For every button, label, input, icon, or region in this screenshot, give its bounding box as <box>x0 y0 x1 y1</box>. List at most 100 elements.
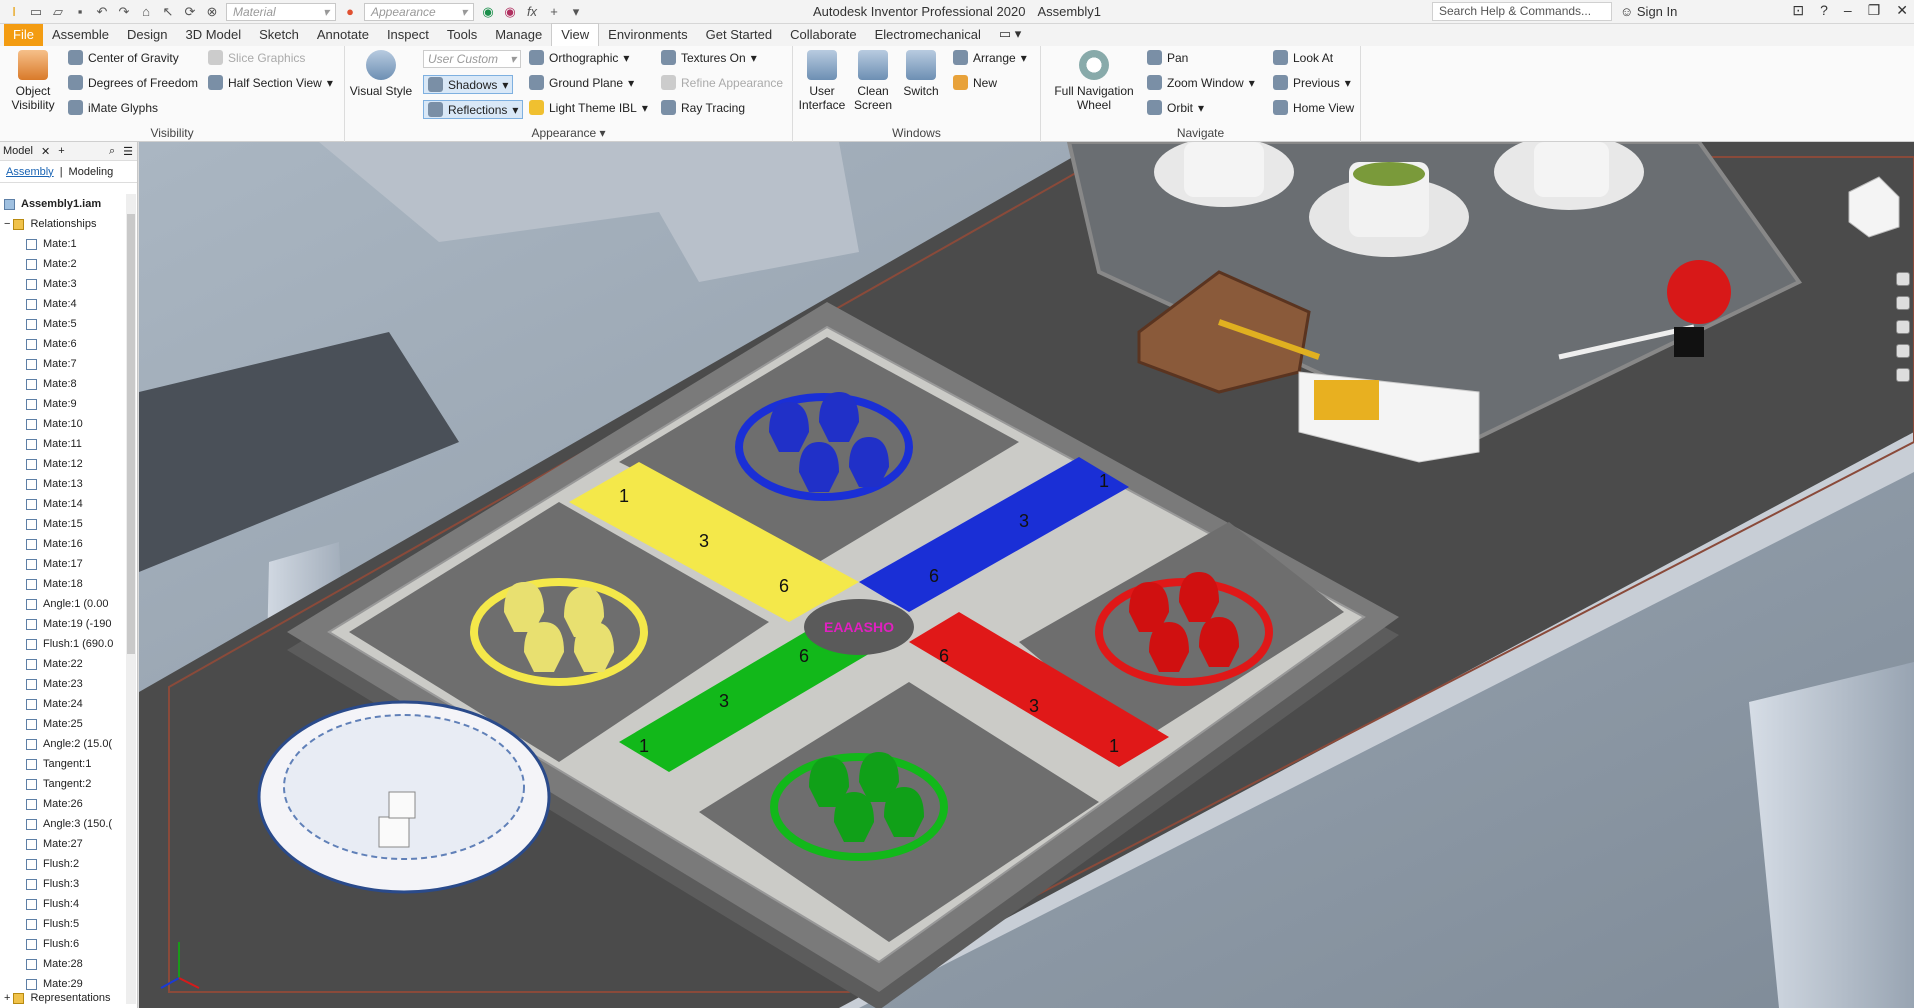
adjust-appearance-icon[interactable]: ◉ <box>480 4 496 20</box>
tree-representations[interactable]: + Representations <box>4 988 111 1008</box>
fx-parameters-icon[interactable]: fx <box>524 4 540 20</box>
tree-relationships[interactable]: − Relationships <box>0 214 126 234</box>
app-menu-icon[interactable]: I <box>6 4 22 20</box>
tree-item[interactable]: Tangent:2 <box>0 774 126 794</box>
tree-item[interactable]: Mate:4 <box>0 294 126 314</box>
tree-item[interactable]: Flush:2 <box>0 854 126 874</box>
open-file-icon[interactable]: ▱ <box>50 4 66 20</box>
browser-scrollbar[interactable] <box>126 194 136 1004</box>
arrange-button[interactable]: Arrange ▾ <box>953 50 1027 65</box>
half-section-view-button[interactable]: Half Section View ▾ <box>208 75 333 90</box>
tab-environments[interactable]: Environments <box>599 24 696 46</box>
reflections-button[interactable]: Reflections ▾ <box>423 100 524 119</box>
tree-item[interactable]: Mate:23 <box>0 674 126 694</box>
tab-collaborate[interactable]: Collaborate <box>781 24 866 46</box>
redo-icon[interactable]: ↷ <box>116 4 132 20</box>
plus-icon[interactable]: + <box>546 4 562 20</box>
panel-title-appearance[interactable]: Appearance ▾ <box>345 126 792 140</box>
tree-item[interactable]: Angle:1 (0.00 <box>0 594 126 614</box>
tab-get-started[interactable]: Get Started <box>697 24 781 46</box>
tab-file[interactable]: File <box>4 24 43 46</box>
collapse-icon[interactable]: − <box>4 218 10 230</box>
search-icon[interactable]: ⌕ <box>109 145 115 158</box>
tab-3d-model[interactable]: 3D Model <box>177 24 251 46</box>
ribbon-options-icon[interactable]: ▭ ▾ <box>990 23 1030 46</box>
orbit-button[interactable]: Orbit ▾ <box>1147 100 1204 115</box>
tree-item[interactable]: Mate:11 <box>0 434 126 454</box>
user-interface-button[interactable]: User Interface <box>797 50 847 112</box>
tree-item[interactable]: Mate:1 <box>0 234 126 254</box>
material-combo[interactable]: Material ▾ <box>226 3 336 21</box>
tab-assemble[interactable]: Assemble <box>43 24 118 46</box>
scene-canvas[interactable]: EAAASHO 1 3 6 6 3 1 6 3 1 1 3 6 <box>139 142 1914 1008</box>
sign-in-button[interactable]: ☺ Sign In <box>1620 4 1677 19</box>
tree-item[interactable]: Mate:28 <box>0 954 126 974</box>
imate-glyphs-button[interactable]: iMate Glyphs <box>68 100 158 115</box>
clean-screen-button[interactable]: Clean Screen <box>851 50 895 112</box>
tree-item[interactable]: Mate:2 <box>0 254 126 274</box>
save-icon[interactable]: ▪ <box>72 4 88 20</box>
tree-root[interactable]: Assembly1.iam <box>0 194 126 214</box>
pan-icon[interactable] <box>1896 296 1910 310</box>
tree-item[interactable]: Mate:26 <box>0 794 126 814</box>
tree-item[interactable]: Mate:9 <box>0 394 126 414</box>
tab-manage[interactable]: Manage <box>486 24 551 46</box>
close-icon[interactable]: ✕ <box>41 145 50 158</box>
degrees-of-freedom-button[interactable]: Degrees of Freedom <box>68 75 198 90</box>
tree-item[interactable]: Mate:8 <box>0 374 126 394</box>
tree-item[interactable]: Mate:17 <box>0 554 126 574</box>
tree-item[interactable]: Mate:5 <box>0 314 126 334</box>
light-theme-combo[interactable]: Light Theme IBL ▾ <box>529 100 648 115</box>
appearance-combo[interactable]: Appearance ▾ <box>364 3 474 21</box>
tree-item[interactable]: Mate:3 <box>0 274 126 294</box>
undo-icon[interactable]: ↶ <box>94 4 110 20</box>
orthographic-button[interactable]: Orthographic ▾ <box>529 50 629 65</box>
tree-item[interactable]: Mate:15 <box>0 514 126 534</box>
tree-item[interactable]: Mate:6 <box>0 334 126 354</box>
tree-item[interactable]: Mate:14 <box>0 494 126 514</box>
close-icon[interactable]: ✕ <box>1896 2 1908 19</box>
shadows-button[interactable]: Shadows ▾ <box>423 75 514 94</box>
clear-override-icon[interactable]: ◉ <box>502 4 518 20</box>
customize-icon[interactable]: ▾ <box>568 4 584 20</box>
tab-assembly[interactable]: Assembly <box>6 166 54 178</box>
zoom-icon[interactable] <box>1896 320 1910 334</box>
slice-graphics-button[interactable]: Slice Graphics <box>208 50 305 65</box>
user-custom-combo[interactable]: User Custom ▾ <box>423 50 521 68</box>
search-help-input[interactable]: Search Help & Commands... <box>1432 2 1612 21</box>
tree-item[interactable]: Mate:25 <box>0 714 126 734</box>
tree-item[interactable]: Mate:24 <box>0 694 126 714</box>
tree-item[interactable]: Flush:1 (690.0 <box>0 634 126 654</box>
menu-icon[interactable]: ☰ <box>123 145 133 158</box>
minimize-icon[interactable]: – <box>1844 2 1852 19</box>
home-view-button[interactable]: Home View <box>1273 100 1354 115</box>
ground-plane-button[interactable]: Ground Plane ▾ <box>529 75 634 90</box>
full-navigation-wheel-button[interactable]: Full Navigation Wheel <box>1049 50 1139 112</box>
new-window-button[interactable]: New <box>953 75 997 90</box>
tree-item[interactable]: Mate:22 <box>0 654 126 674</box>
tab-annotate[interactable]: Annotate <box>308 24 378 46</box>
pan-button[interactable]: Pan <box>1147 50 1188 65</box>
zoom-window-button[interactable]: Zoom Window ▾ <box>1147 75 1255 90</box>
tree-item[interactable]: Mate:27 <box>0 834 126 854</box>
orbit-icon[interactable] <box>1896 344 1910 358</box>
look-at-icon[interactable] <box>1896 368 1910 382</box>
update-icon[interactable]: ⟳ <box>182 4 198 20</box>
tab-design[interactable]: Design <box>118 24 176 46</box>
tab-electromechanical[interactable]: Electromechanical <box>866 24 990 46</box>
tree-item[interactable]: Mate:13 <box>0 474 126 494</box>
center-of-gravity-button[interactable]: Center of Gravity <box>68 50 179 65</box>
clear-appearance-icon[interactable]: ⊗ <box>204 4 220 20</box>
graphics-viewport[interactable]: EAAASHO 1 3 6 6 3 1 6 3 1 1 3 6 <box>139 142 1914 1008</box>
ray-tracing-button[interactable]: Ray Tracing <box>661 100 745 115</box>
tab-modeling[interactable]: Modeling <box>69 166 114 178</box>
expand-icon[interactable]: + <box>4 992 10 1004</box>
tree-item[interactable]: Flush:4 <box>0 894 126 914</box>
tree-item[interactable]: Tangent:1 <box>0 754 126 774</box>
steering-wheel-icon[interactable] <box>1896 272 1910 286</box>
browser-scroll-thumb[interactable] <box>127 214 135 654</box>
tree-item[interactable]: Flush:3 <box>0 874 126 894</box>
restore-icon[interactable]: ❐ <box>1868 2 1881 19</box>
tree-item[interactable]: Flush:5 <box>0 914 126 934</box>
home-icon[interactable]: ⌂ <box>138 4 154 20</box>
